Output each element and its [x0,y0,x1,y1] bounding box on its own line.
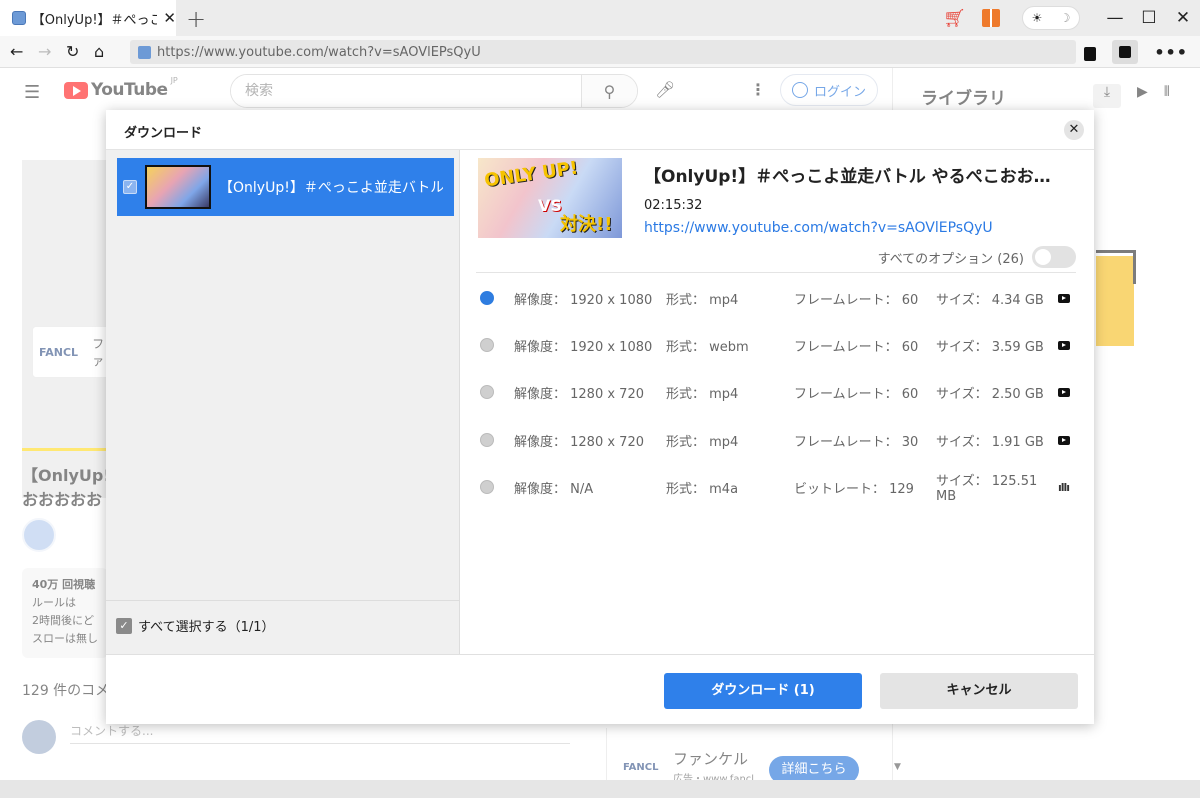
thumb-text-3: 対決!! [560,214,613,235]
dialog-title: ダウンロード [124,126,203,141]
rate-label: フレームレート： 60 [794,339,919,355]
url-field[interactable]: https://www.youtube.com/watch?v=sAOVlEPs… [130,40,1076,64]
format-label: 形式： webm [666,339,749,355]
all-options-toggle: すべてのオプション (26) [878,246,1076,268]
size-label: サイズ： 2.50 GB [936,386,1044,402]
download-dialog: ダウンロード ✕ ✓ 【OnlyUp!】＃ぺっこよ並走バトル や… ✓ すべて選… [106,110,1094,724]
rate-label: フレームレート： 30 [794,434,919,450]
sun-icon: ☀ [1031,11,1043,25]
plus-icon[interactable]: + [186,5,206,33]
video-duration: 02:15:32 [644,198,703,213]
youtube-icon [1058,293,1070,303]
size-label: サイズ： 4.34 GB [936,292,1044,308]
select-all-checkbox[interactable]: ✓ すべて選択する（1/1） [116,616,275,635]
url-text: https://www.youtube.com/watch?v=sAOVlEPs… [157,44,481,60]
moon-icon: ☽ [1059,11,1071,25]
format-radio[interactable] [480,385,494,399]
close-window-button[interactable]: ✕ [1166,8,1200,28]
more-menu-icon[interactable]: ••• [1154,43,1188,62]
address-bar: ← → ↻ ⌂ https://www.youtube.com/watch?v=… [0,36,1200,68]
minimize-button[interactable]: — [1098,8,1132,28]
rate-label: フレームレート： 60 [794,386,919,402]
format-option-row[interactable]: 解像度： 1280 x 720 形式： mp4 フレームレート： 30 サイズ： 1.… [480,425,1080,455]
divider [476,272,1076,273]
dialog-footer: ダウンロード (1) キャンセル [106,654,1094,724]
format-radio[interactable] [480,338,494,352]
resolution-label: 解像度： 1920 x 1080 [514,339,653,355]
maximize-button[interactable]: ☐ [1132,8,1166,28]
close-icon[interactable]: ✕ [1064,120,1084,140]
select-all-label: すべて選択する（1/1） [138,620,275,635]
tab-close-icon[interactable]: ✕ [163,9,176,27]
video-url-link[interactable]: https://www.youtube.com/watch?v=sAOVlEPs… [644,220,993,236]
download-button[interactable]: ダウンロード (1) [664,673,862,709]
size-label: サイズ： 3.59 GB [936,339,1044,355]
cart-icon[interactable]: 🛒︎ [943,8,966,29]
title-bar: 【OnlyUp!】＃ぺっこよ並 ✕ + 🛒︎ ☀ ☽ — ☐ ✕ [0,0,1200,36]
lock-icon[interactable] [1084,47,1097,61]
format-option-row[interactable]: 解像度： 1920 x 1080 形式： mp4 フレームレート： 60 サイズ： 4… [480,283,1080,313]
format-option-row[interactable]: 解像度： 1280 x 720 形式： mp4 フレームレート： 60 サイズ： 2.… [480,377,1080,407]
format-radio[interactable] [480,433,494,447]
video-title: 【OnlyUp!】＃ぺっこよ並走バトル やるぺこおお… [644,167,1051,187]
theme-toggle[interactable]: ☀ ☽ [1022,6,1080,30]
video-thumbnail: ONLY UP! VS 対決!! [478,158,622,238]
back-arrow-icon[interactable]: ← [10,42,23,61]
cancel-button[interactable]: キャンセル [880,673,1078,709]
resolution-label: 解像度： 1280 x 720 [514,434,644,450]
status-bar [0,780,1200,798]
format-radio[interactable] [480,291,494,305]
format-label: 形式： mp4 [666,434,739,450]
forward-arrow-icon[interactable]: → [38,42,51,61]
format-option-row[interactable]: 解像度： N/A 形式： m4a ビットレート： 129 サイズ： 125.51 MB… [480,472,1080,504]
format-label: 形式： m4a [666,481,739,497]
rate-label: フレームレート： 60 [794,292,919,308]
all-options-label: すべてのオプション (26) [877,251,1024,267]
youtube-icon [1058,435,1070,445]
audio-icon: ıllı [1058,480,1070,494]
check-icon: ✓ [116,617,132,634]
format-radio[interactable] [480,480,494,494]
thumb-text-1: ONLY UP! [482,158,580,192]
size-label: サイズ： 1.91 GB [936,434,1044,450]
thumb-text-2: VS [538,196,562,215]
size-label: サイズ： 125.51 MB [936,474,1038,504]
queue-item-title: 【OnlyUp!】＃ぺっこよ並走バトル や… [219,180,443,196]
tab-title: 【OnlyUp!】＃ぺっこよ並 [31,12,158,28]
reload-icon[interactable]: ↻ [66,42,79,61]
queue-item[interactable]: ✓ 【OnlyUp!】＃ぺっこよ並走バトル や… [117,158,454,216]
browser-tab[interactable]: 【OnlyUp!】＃ぺっこよ並 ✕ [0,0,176,36]
all-options-switch[interactable] [1032,246,1076,268]
youtube-icon [1058,387,1070,397]
resolution-label: 解像度： 1920 x 1080 [514,292,653,308]
resolution-label: 解像度： N/A [514,481,594,497]
options-panel: ONLY UP! VS 対決!! 【OnlyUp!】＃ぺっこよ並走バトル やるぺ… [460,150,1094,654]
queue-panel: ✓ 【OnlyUp!】＃ぺっこよ並走バトル や… ✓ すべて選択する（1/1） [106,150,460,654]
queue-item-checkbox[interactable]: ✓ [123,180,137,194]
tab-favicon-icon [12,11,26,25]
youtube-icon [1058,340,1070,350]
extension-icon[interactable] [1112,40,1139,64]
queue-item-thumbnail [145,165,211,209]
dialog-header: ダウンロード ✕ [106,110,1094,150]
site-favicon-icon [138,45,151,59]
rate-label: ビットレート： 129 [794,481,914,497]
gift-icon[interactable] [982,9,1000,27]
format-label: 形式： mp4 [666,386,739,402]
resolution-label: 解像度： 1280 x 720 [514,386,644,402]
format-option-row[interactable]: 解像度： 1920 x 1080 形式： webm フレームレート： 60 サイズ： … [480,330,1080,360]
format-label: 形式： mp4 [666,292,739,308]
home-icon[interactable]: ⌂ [94,42,104,61]
divider [106,600,460,601]
